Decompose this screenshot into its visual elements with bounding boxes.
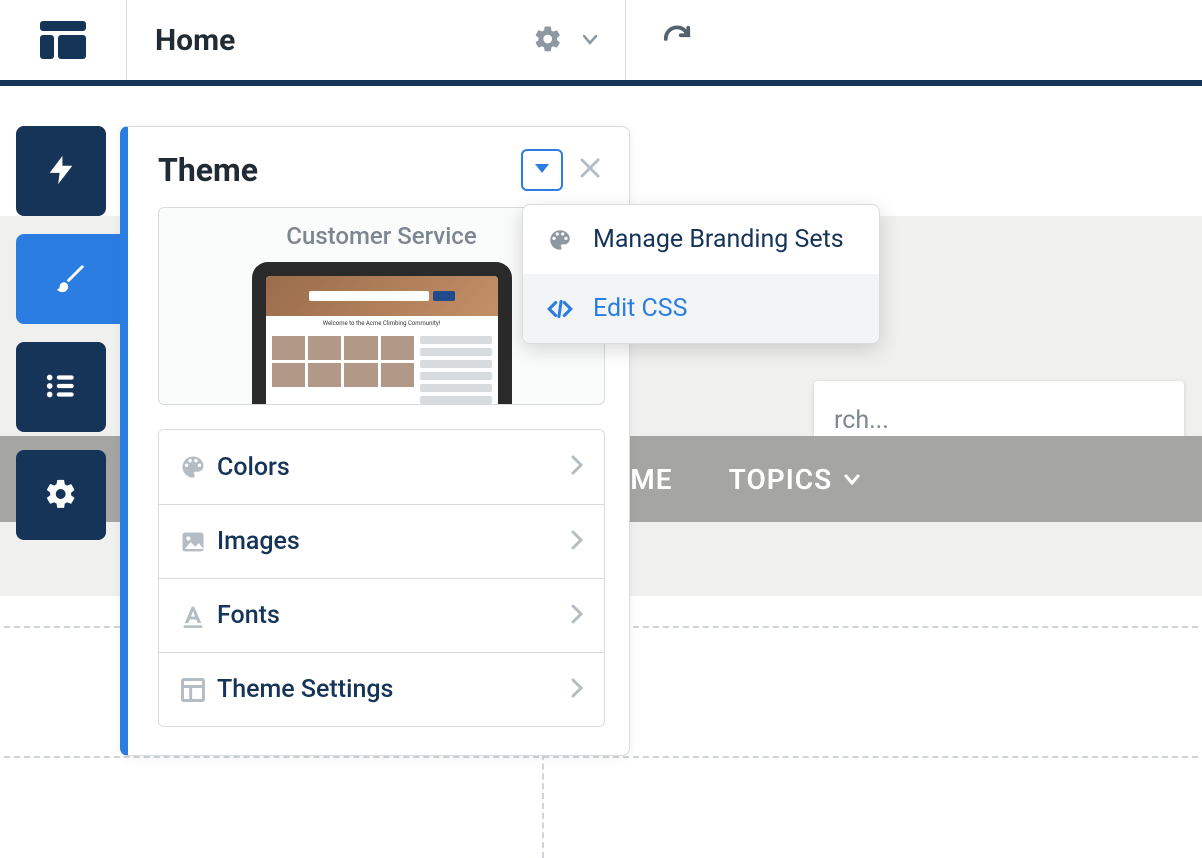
sidebar-page-structure-button[interactable] <box>16 342 106 432</box>
palette-icon <box>547 227 577 253</box>
refresh-icon <box>662 24 692 57</box>
theme-item-label: Images <box>217 527 570 556</box>
builder-sidebar <box>16 126 126 540</box>
theme-actions-menu: Manage Branding Sets Edit CSS <box>522 204 880 344</box>
image-icon <box>179 528 217 556</box>
list-icon <box>44 369 78 406</box>
page-tab-title: Home <box>155 23 517 58</box>
device-screen: Welcome to the Acme Climbing Community! <box>266 276 498 405</box>
triangle-down-icon <box>534 163 550 178</box>
refresh-cell <box>626 0 700 80</box>
theme-panel-close[interactable] <box>575 150 605 190</box>
search-placeholder: rch... <box>834 406 889 435</box>
builder-canvas: rch... OME TOPICS Theme <box>0 86 1202 858</box>
site-nav-topics[interactable]: TOPICS <box>729 463 863 496</box>
theme-item-label: Colors <box>217 453 570 482</box>
layout-settings-icon <box>179 676 217 704</box>
theme-preview-name: Customer Service <box>286 222 476 250</box>
palette-icon <box>179 453 217 481</box>
page-settings-button[interactable] <box>525 16 571 65</box>
lightning-icon <box>44 153 78 190</box>
chevron-right-icon <box>570 603 584 629</box>
layout-icon <box>40 21 86 59</box>
theme-panel-title: Theme <box>158 151 521 189</box>
gear-icon <box>44 477 78 514</box>
theme-item-settings[interactable]: Theme Settings <box>159 652 604 726</box>
theme-item-images[interactable]: Images <box>159 504 604 578</box>
page-tab[interactable]: Home <box>126 0 626 80</box>
menu-item-label: Edit CSS <box>593 294 688 323</box>
chevron-down-icon <box>842 463 862 496</box>
app-logo <box>0 0 126 80</box>
page-tab-dropdown[interactable] <box>575 24 605 56</box>
sidebar-theme-button[interactable] <box>16 234 126 324</box>
top-bar: Home <box>0 0 1202 86</box>
font-icon <box>179 602 217 630</box>
theme-options-list: Colors Images Fonts Theme Settings <box>158 429 605 727</box>
menu-edit-css[interactable]: Edit CSS <box>523 274 879 343</box>
sidebar-settings-button[interactable] <box>16 450 106 540</box>
menu-manage-branding-sets[interactable]: Manage Branding Sets <box>523 205 879 274</box>
gear-icon <box>533 24 563 57</box>
chevron-right-icon <box>570 677 584 703</box>
nav-label: TOPICS <box>729 463 833 496</box>
caret-down-icon <box>583 32 597 48</box>
code-icon <box>547 296 577 322</box>
menu-item-label: Manage Branding Sets <box>593 225 844 254</box>
brush-icon <box>54 261 88 298</box>
device-frame: Welcome to the Acme Climbing Community! <box>252 262 512 405</box>
chevron-right-icon <box>570 454 584 480</box>
theme-actions-dropdown[interactable] <box>521 149 563 191</box>
refresh-button[interactable] <box>654 16 700 65</box>
sidebar-components-button[interactable] <box>16 126 106 216</box>
theme-item-fonts[interactable]: Fonts <box>159 578 604 652</box>
chevron-right-icon <box>570 529 584 555</box>
theme-item-label: Theme Settings <box>217 675 570 704</box>
theme-item-label: Fonts <box>217 601 570 630</box>
theme-item-colors[interactable]: Colors <box>159 430 604 504</box>
theme-panel-header: Theme <box>128 127 629 207</box>
close-icon <box>579 154 601 185</box>
